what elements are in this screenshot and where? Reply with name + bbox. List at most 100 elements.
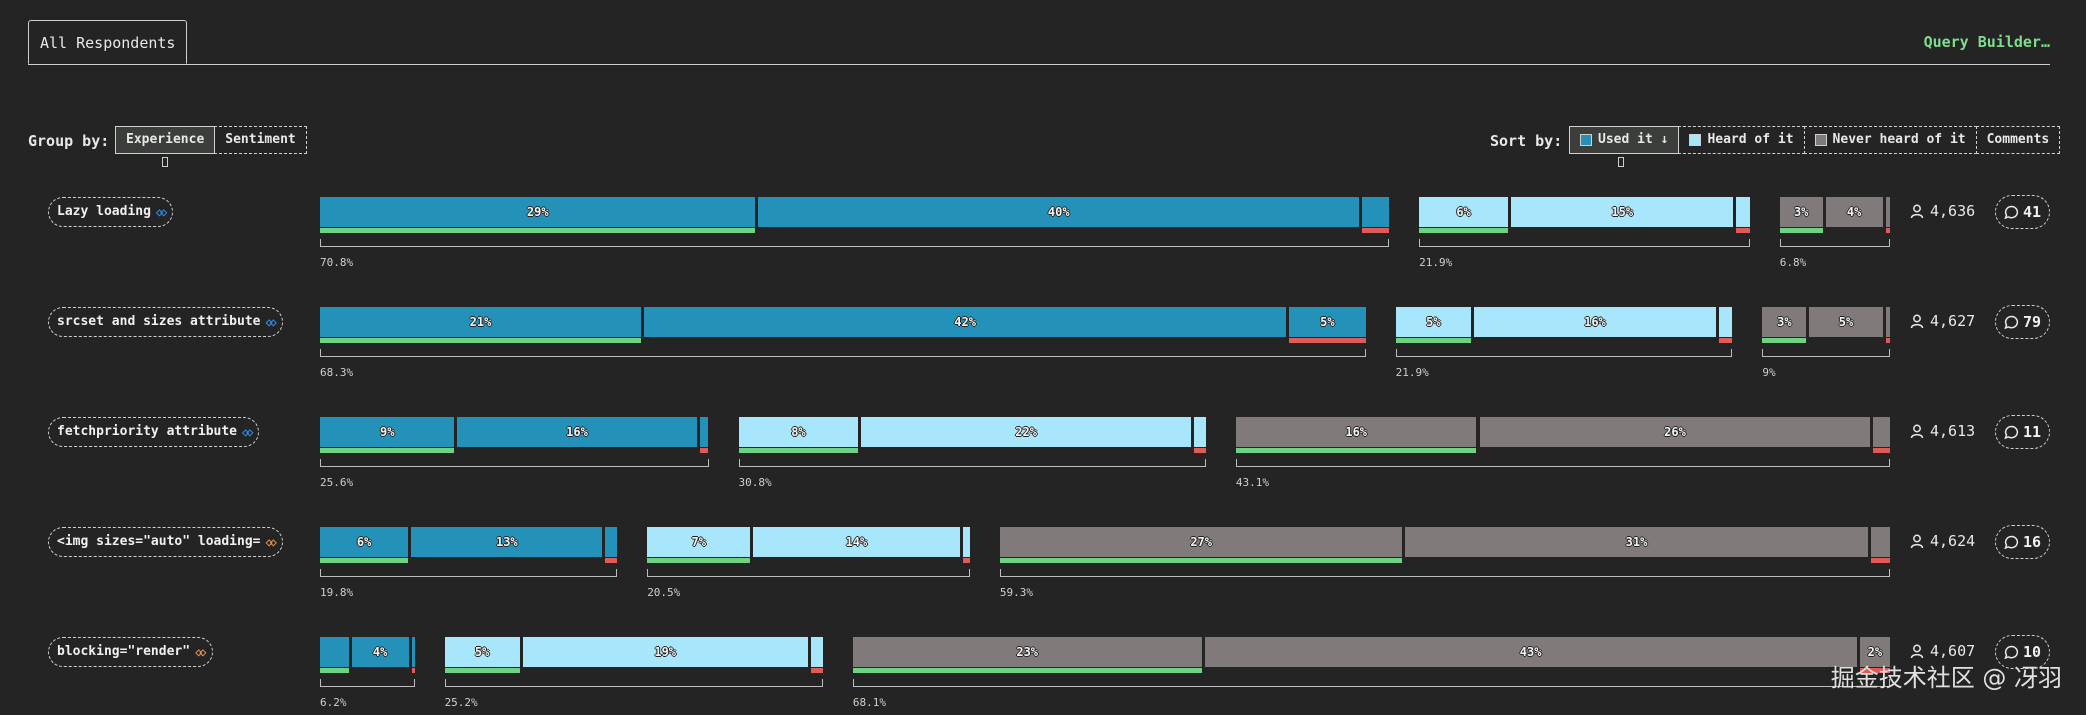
negative-sentiment-line [1289,338,1366,343]
used-it-positive-bar[interactable]: 9% [320,417,455,447]
used-it-neutral-bar[interactable]: 42% [644,307,1287,337]
tab-all-respondents[interactable]: All Respondents [28,20,188,64]
used-it-neutral-bar[interactable]: 4% [351,637,409,667]
negative-sentiment-line [1885,228,1890,233]
heard-of-it-negative-bar[interactable] [1736,197,1750,227]
heard-of-it-positive-bar[interactable]: 8% [738,417,859,447]
feature-label[interactable]: Lazy loading ◇◇ [48,197,174,227]
sort-comments-button[interactable]: Comments [1975,126,2061,154]
feature-name: fetchpriority attribute [57,424,238,439]
bar-value-label: 27% [1190,535,1213,549]
used-it-neutral-bar[interactable]: 13% [411,527,603,557]
feature-label[interactable]: blocking="render" ◇◇ [48,637,213,667]
never-heard-neutral-bar[interactable]: 43% [1204,637,1857,667]
comments-button[interactable]: 11 [1995,415,2051,449]
never-heard-total-label: 59.3% [999,586,1034,599]
never-heard-positive-bar[interactable]: 3% [1762,307,1807,337]
used-it-positive-bar[interactable] [320,637,349,667]
positive-sentiment-line [999,558,1403,563]
used-it-neutral-bar[interactable]: 40% [758,197,1360,227]
positive-sentiment-line [1395,338,1472,343]
bar-value-label: 43% [1519,645,1542,659]
negative-sentiment-line [1736,228,1750,233]
bar-value-label: 26% [1664,425,1686,439]
positive-sentiment-line [320,338,642,343]
used-it-negative-bar[interactable] [411,637,415,667]
group-by-sentiment-button[interactable]: Sentiment [214,126,307,154]
bar-value-label: 31% [1625,535,1648,549]
used-it-negative-bar[interactable] [605,527,618,557]
user-icon [1910,204,1924,218]
never-heard-negative-bar[interactable] [1885,307,1890,337]
heard-of-it-total-bracket [1395,349,1733,357]
used-it-negative-bar[interactable] [699,417,709,447]
bar-value-label: 7% [691,535,706,549]
sort-never-heard-button[interactable]: Never heard of it [1803,126,1977,154]
never-heard-negative-bar[interactable] [1873,417,1890,447]
never-heard-positive-bar[interactable]: 3% [1779,197,1823,227]
never-heard-negative-bar[interactable] [1870,527,1890,557]
bar-value-label: 5% [474,645,490,659]
heard-of-it-negative-bar[interactable] [962,527,970,557]
group-by-experience-button[interactable]: Experience [115,126,216,154]
never-heard-positive-bar[interactable]: 23% [852,637,1202,667]
user-icon [1910,644,1924,658]
never-heard-neutral-bar[interactable]: 5% [1809,307,1883,337]
used-it-negative-bar[interactable] [1362,197,1390,227]
sort-heard-of-it-button[interactable]: Heard of it [1678,126,1805,154]
heard-of-it-negative-bar[interactable] [1193,417,1206,447]
used-it-neutral-bar[interactable]: 16% [457,417,697,447]
heard-of-it-neutral-bar[interactable]: 15% [1511,197,1734,227]
feature-label[interactable]: srcset and sizes attribute ◇◇ [48,307,283,337]
heard-of-it-positive-bar[interactable]: 7% [647,527,751,557]
used-it-positive-bar[interactable]: 29% [320,197,756,227]
heard-of-it-neutral-bar[interactable]: 19% [522,637,808,667]
heard-of-it-total-label: 20.5% [647,586,681,599]
bar-value-label: 3% [1777,315,1792,329]
comments-button[interactable]: 16 [1995,525,2051,559]
heard-of-it-negative-bar[interactable] [1718,307,1733,337]
never-heard-neutral-bar[interactable]: 31% [1405,527,1868,557]
heard-of-it-neutral-bar[interactable]: 16% [1474,307,1716,337]
baseline-widely-available-icon: ◇◇ [242,425,254,439]
heard-of-it-neutral-bar[interactable]: 14% [753,527,960,557]
comments-button[interactable]: 79 [1995,305,2051,339]
positive-sentiment-line [1419,228,1509,233]
heard-of-it-negative-bar[interactable] [810,637,823,667]
used-it-positive-bar[interactable]: 6% [320,527,409,557]
heard-of-it-total-bracket [738,459,1206,467]
sort-never-heard-label: Never heard of it [1832,132,1966,147]
bar-value-label: 5% [1426,315,1441,329]
heard-of-it-positive-bar[interactable]: 6% [1419,197,1509,227]
sort-used-it-label: Used it ↓ [1598,132,1669,147]
group-by-control: Experience Sentiment [115,126,307,154]
heard-of-it-positive-bar[interactable]: 5% [444,637,520,667]
comments-button[interactable]: 41 [1995,195,2051,229]
used-it-negative-bar[interactable]: 5% [1289,307,1366,337]
never-heard-neutral-bar[interactable]: 4% [1825,197,1883,227]
positive-sentiment-line [320,228,756,233]
never-heard-neutral-bar[interactable]: 26% [1479,417,1871,447]
bar-value-label: 22% [1015,425,1037,439]
bar-value-label: 16% [1345,425,1368,439]
used-it-total-label: 6.2% [320,696,347,709]
query-builder-link[interactable]: Query Builder… [1924,33,2050,51]
used-it-total-label: 70.8% [320,256,354,269]
never-heard-total-label: 43.1% [1235,476,1270,489]
used-it-positive-bar[interactable]: 21% [320,307,642,337]
never-heard-positive-bar[interactable]: 16% [1235,417,1477,447]
negative-sentiment-line [1870,558,1890,563]
never-heard-total-bracket [1762,349,1890,357]
bar-value-label: 15% [1611,205,1634,219]
used-it-total-bracket [320,349,1366,357]
heard-of-it-neutral-bar[interactable]: 22% [861,417,1191,447]
feature-label[interactable]: fetchpriority attribute ◇◇ [48,417,260,447]
sort-used-it-button[interactable]: Used it ↓ [1569,126,1680,154]
never-heard-negative-bar[interactable] [1885,197,1890,227]
never-heard-total-bracket [999,569,1890,577]
heard-of-it-positive-bar[interactable]: 5% [1395,307,1472,337]
heard-of-it-swatch-icon [1689,134,1702,146]
feature-label[interactable]: <img sizes="auto" loading= ◇◇ [48,527,283,557]
never-heard-positive-bar[interactable]: 27% [999,527,1403,557]
positive-sentiment-line [647,558,751,563]
